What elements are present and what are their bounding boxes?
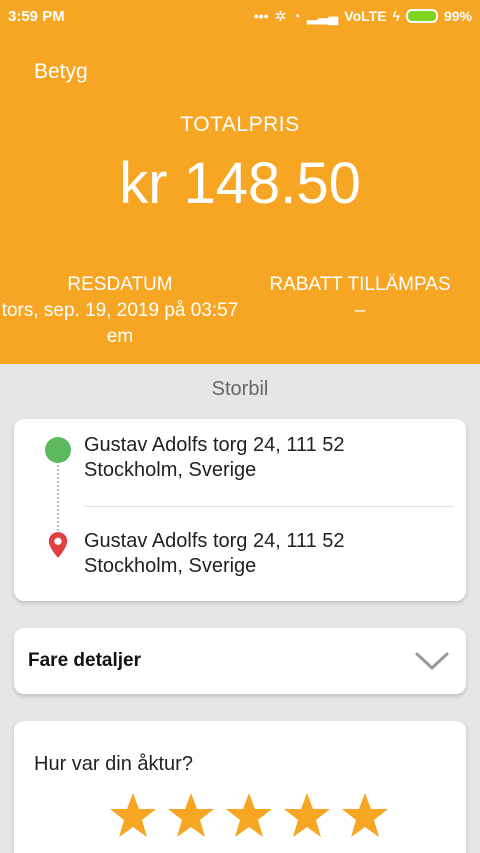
status-bar: 3:59 PM ••• ✲ ◔ ▂▃▄ VoLTE ϟ 99% <box>0 0 480 32</box>
status-icons: ••• ✲ ◔ ▂▃▄ VoLTE ϟ 99% <box>254 8 472 24</box>
more-dots-icon: ••• <box>253 8 269 24</box>
dropoff-address: Gustav Adolfs torg 24, 111 52 Stockholm,… <box>84 530 345 577</box>
route-connector <box>57 465 59 531</box>
battery-percent: 99% <box>443 8 472 24</box>
fare-details-title: Fare detaljer <box>28 650 141 671</box>
star-icon[interactable] <box>166 791 216 839</box>
pickup-marker-icon <box>45 437 71 463</box>
star-icon[interactable] <box>108 791 158 839</box>
dropoff-pin-icon <box>48 532 68 558</box>
star-icon[interactable] <box>340 791 390 839</box>
discount-value: – <box>354 300 366 321</box>
route-card: Gustav Adolfs torg 24, 111 52 Stockholm,… <box>14 419 466 601</box>
rating-card: Hur var din åktur? <box>14 721 466 853</box>
travel-date-value: tors, sep. 19, 2019 på 03:57 em <box>1 300 239 347</box>
status-time: 3:59 PM <box>8 7 65 25</box>
battery-icon <box>405 9 438 23</box>
fare-details-card[interactable]: Fare detaljer <box>14 628 466 694</box>
star-icon[interactable] <box>282 791 332 839</box>
charging-icon: ϟ <box>392 8 400 24</box>
discount-block: RABATT TILLÄMPAS – <box>240 272 480 324</box>
vibrate-icon: ✲ <box>274 8 287 24</box>
rate-link[interactable]: Betyg <box>34 60 88 84</box>
chevron-down-icon[interactable] <box>414 646 450 674</box>
travel-date-label: RESDATUM <box>67 274 173 295</box>
vehicle-type: Storbil <box>211 378 269 400</box>
discount-label: RABATT TILLÄMPAS <box>269 274 451 295</box>
route-divider <box>84 506 454 507</box>
trip-summary-header: 3:59 PM ••• ✲ ◔ ▂▃▄ VoLTE ϟ 99% Betyg TO… <box>0 0 480 364</box>
total-price-label: TOTALPRIS <box>180 113 300 136</box>
wifi-icon: ◔ <box>292 8 301 24</box>
total-price-value: kr 148.50 <box>119 151 361 216</box>
pickup-address: Gustav Adolfs torg 24, 111 52 Stockholm,… <box>84 434 345 481</box>
travel-date-block: RESDATUM tors, sep. 19, 2019 på 03:57 em <box>0 272 240 350</box>
star-rating[interactable] <box>108 791 390 839</box>
star-icon[interactable] <box>224 791 274 839</box>
signal-icon: ▂▃▄ <box>306 8 339 24</box>
rating-question: Hur var din åktur? <box>34 753 193 775</box>
network-label: VoLTE <box>344 8 387 24</box>
